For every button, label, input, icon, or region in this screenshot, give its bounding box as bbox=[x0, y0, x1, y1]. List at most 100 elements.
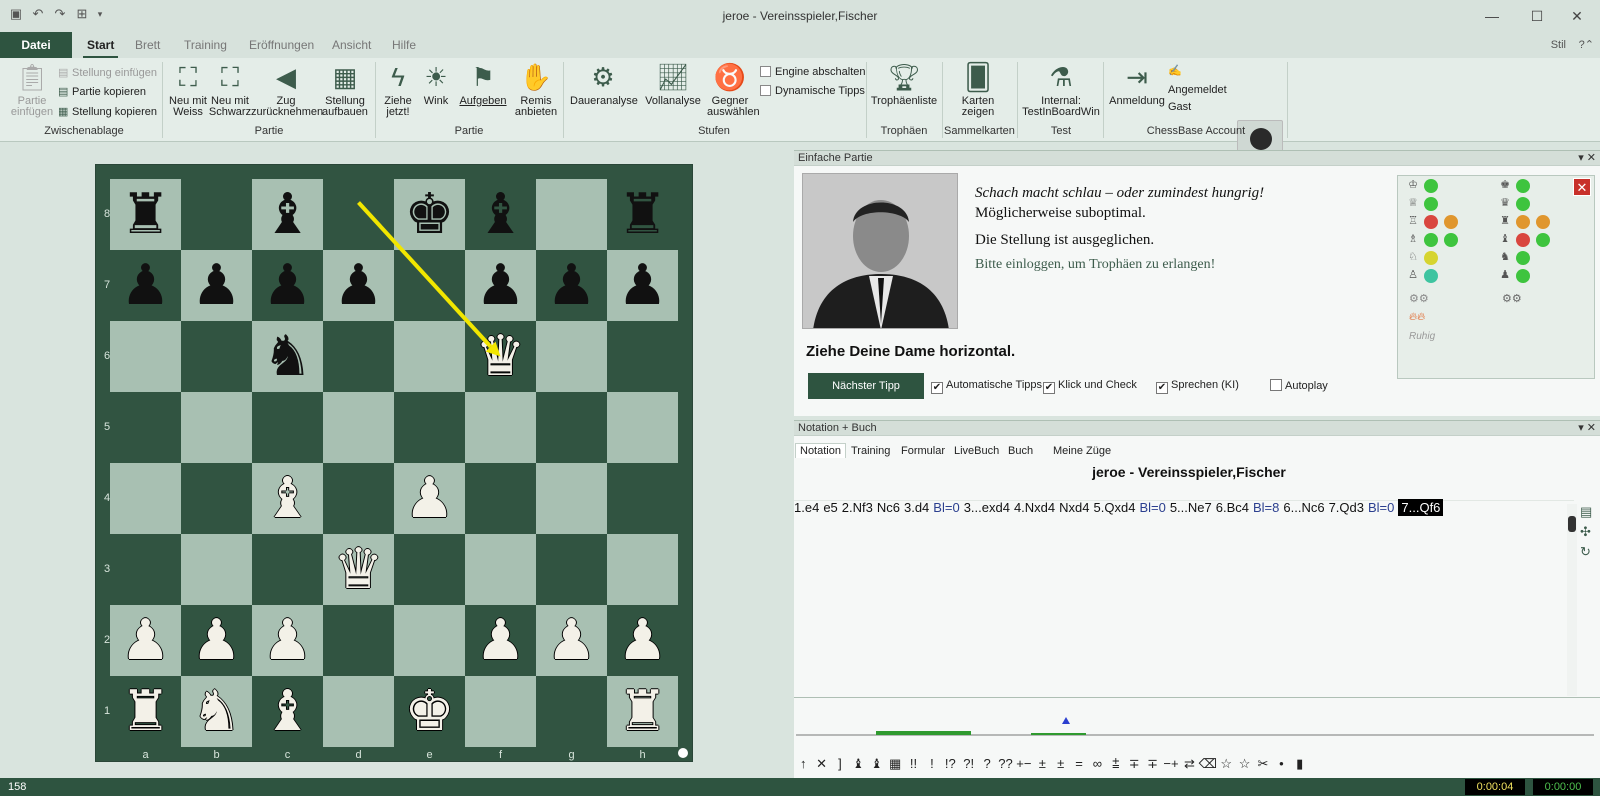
takeback-button[interactable]: ◀ Zug zurücknehmen bbox=[251, 62, 323, 118]
annotation-button[interactable]: ?! bbox=[960, 756, 978, 771]
black-pawn-c7[interactable]: ♟ bbox=[252, 250, 323, 321]
annotation-button[interactable]: ⌫ bbox=[1199, 756, 1217, 772]
square-f3[interactable] bbox=[465, 534, 536, 605]
continuous-analysis-button[interactable]: ⚙ Daueranalyse bbox=[570, 62, 638, 107]
black-bishop-c8[interactable]: ♝ bbox=[252, 179, 323, 250]
pane-close-icon[interactable]: ▾ ✕ bbox=[1578, 151, 1596, 166]
tab-livebuch[interactable]: LiveBuch bbox=[954, 445, 999, 457]
close-eval-icon[interactable]: ✕ bbox=[1573, 178, 1591, 196]
style-menu[interactable]: Stil bbox=[1551, 39, 1566, 51]
annotation-button[interactable]: ♝ bbox=[849, 756, 867, 772]
white-knight-b1[interactable]: ♞ bbox=[181, 676, 252, 747]
square-c5[interactable] bbox=[252, 392, 323, 463]
annotation-button[interactable]: ± bbox=[1033, 756, 1051, 771]
square-d4[interactable] bbox=[323, 463, 394, 534]
notation-scrollbar[interactable] bbox=[1567, 504, 1577, 696]
square-g1[interactable] bbox=[536, 676, 607, 747]
annotation-button[interactable]: ± bbox=[1051, 756, 1069, 771]
square-d1[interactable] bbox=[323, 676, 394, 747]
pane-close-icon[interactable]: ▾ ✕ bbox=[1578, 421, 1596, 436]
tab-notation-training[interactable]: Training bbox=[851, 445, 890, 457]
square-d5[interactable] bbox=[323, 392, 394, 463]
tab-notation[interactable]: Notation bbox=[795, 443, 846, 458]
annotation-button[interactable]: • bbox=[1272, 756, 1290, 771]
click-check-checkbox[interactable]: ✔ Klick und Check bbox=[1043, 379, 1137, 394]
move[interactable]: 2.Nf3 bbox=[842, 500, 873, 515]
copy-game-button[interactable]: ▤ Partie kopieren bbox=[58, 85, 146, 98]
hint-button[interactable]: ☀ Wink bbox=[419, 62, 453, 107]
choose-opponent-button[interactable]: ♉ Gegner auswählen bbox=[707, 62, 760, 118]
new-black-button[interactable]: ⛶ Neu mit Schwarz bbox=[208, 62, 252, 118]
minimize-icon[interactable]: — bbox=[1477, 5, 1507, 27]
white-pawn-h2[interactable]: ♟ bbox=[607, 605, 678, 676]
square-b4[interactable] bbox=[181, 463, 252, 534]
annotation-button[interactable]: ☆ bbox=[1217, 756, 1235, 772]
black-pawn-g7[interactable]: ♟ bbox=[536, 250, 607, 321]
autoplay-checkbox[interactable]: Autoplay bbox=[1270, 379, 1328, 392]
annotation-button[interactable]: !! bbox=[904, 756, 922, 771]
white-rook-a1[interactable]: ♜ bbox=[110, 676, 181, 747]
login-button[interactable]: ⇥ Anmeldung bbox=[1108, 62, 1166, 107]
scrollbar-thumb[interactable] bbox=[1568, 516, 1576, 532]
square-a3[interactable] bbox=[110, 534, 181, 605]
paste-position-button[interactable]: ▤ Stellung einfügen bbox=[58, 66, 157, 79]
black-rook-a8[interactable]: ♜ bbox=[110, 179, 181, 250]
black-pawn-f7[interactable]: ♟ bbox=[465, 250, 536, 321]
square-f4[interactable] bbox=[465, 463, 536, 534]
move[interactable]: Nc6 bbox=[877, 500, 900, 515]
square-e7[interactable] bbox=[394, 250, 465, 321]
eval-note[interactable]: Bl=0 bbox=[933, 500, 959, 515]
square-g6[interactable] bbox=[536, 321, 607, 392]
white-queen-d3[interactable]: ♛ bbox=[323, 534, 394, 605]
annotation-button[interactable]: ∓ bbox=[1125, 756, 1143, 772]
move-icon[interactable]: ✣ bbox=[1580, 524, 1591, 540]
annotation-button[interactable]: +− bbox=[1015, 756, 1033, 771]
square-e6[interactable] bbox=[394, 321, 465, 392]
move-list[interactable]: 1.e4 e5 2.Nf3 Nc6 3.d4 Bl=0 3...exd4 4.Nxd4 Nxd4… bbox=[794, 499, 1564, 516]
black-knight-c6[interactable]: ♞ bbox=[252, 321, 323, 392]
square-b8[interactable] bbox=[181, 179, 252, 250]
new-white-button[interactable]: ⛶ Neu mit Weiss bbox=[166, 62, 210, 118]
move[interactable]: 1.e4 bbox=[794, 500, 819, 515]
square-g8[interactable] bbox=[536, 179, 607, 250]
square-d2[interactable] bbox=[323, 605, 394, 676]
resign-button[interactable]: ⚑ Aufgeben bbox=[457, 62, 509, 107]
tab-hilfe[interactable]: Hilfe bbox=[392, 38, 416, 52]
square-e5[interactable] bbox=[394, 392, 465, 463]
black-pawn-a7[interactable]: ♟ bbox=[110, 250, 181, 321]
annotation-button[interactable]: ?? bbox=[996, 756, 1014, 771]
annotation-button[interactable]: ∓ bbox=[1143, 756, 1161, 772]
move[interactable]: 7.Qd3 bbox=[1329, 500, 1364, 515]
white-queen-f6[interactable]: ♛ bbox=[465, 321, 536, 392]
tab-meine-zuege[interactable]: Meine Züge bbox=[1053, 445, 1111, 457]
white-king-e1[interactable]: ♚ bbox=[394, 676, 465, 747]
square-g5[interactable] bbox=[536, 392, 607, 463]
move[interactable]: 3.d4 bbox=[904, 500, 929, 515]
square-d8[interactable] bbox=[323, 179, 394, 250]
black-bishop-f8[interactable]: ♝ bbox=[465, 179, 536, 250]
square-g3[interactable] bbox=[536, 534, 607, 605]
move[interactable]: 4.Nxd4 bbox=[1014, 500, 1055, 515]
square-e2[interactable] bbox=[394, 605, 465, 676]
square-c3[interactable] bbox=[252, 534, 323, 605]
white-bishop-c1[interactable]: ♝ bbox=[252, 676, 323, 747]
tab-ansicht[interactable]: Ansicht bbox=[332, 38, 371, 52]
white-pawn-c2[interactable]: ♟ bbox=[252, 605, 323, 676]
annotation-button[interactable]: ♝ bbox=[868, 756, 886, 772]
maximize-icon[interactable]: ☐ bbox=[1522, 5, 1552, 27]
square-g4[interactable] bbox=[536, 463, 607, 534]
square-b5[interactable] bbox=[181, 392, 252, 463]
full-analysis-button[interactable]: 📈︎ Vollanalyse bbox=[643, 62, 703, 107]
annotation-button[interactable]: ⇄ bbox=[1180, 756, 1198, 772]
white-pawn-g2[interactable]: ♟ bbox=[536, 605, 607, 676]
move[interactable]: e5 bbox=[823, 500, 837, 515]
white-pawn-f2[interactable]: ♟ bbox=[465, 605, 536, 676]
evaluation-graph[interactable] bbox=[796, 714, 1596, 742]
trophy-list-button[interactable]: 🏆︎ Trophäenliste bbox=[870, 62, 938, 107]
black-pawn-d7[interactable]: ♟ bbox=[323, 250, 394, 321]
square-f5[interactable] bbox=[465, 392, 536, 463]
annotation-button[interactable]: ] bbox=[831, 756, 849, 771]
move[interactable]: 6...Nc6 bbox=[1283, 500, 1324, 515]
square-h5[interactable] bbox=[607, 392, 678, 463]
next-tip-button[interactable]: Nächster Tipp bbox=[808, 373, 924, 399]
